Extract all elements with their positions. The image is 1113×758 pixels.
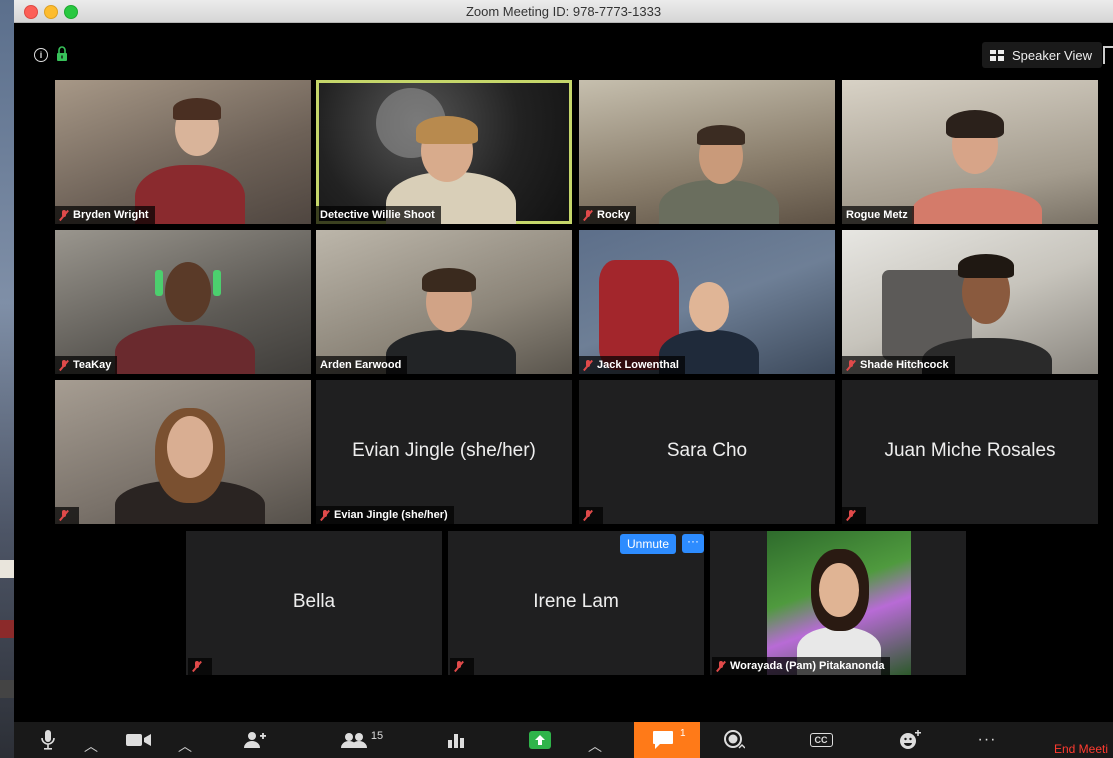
participant-display-name: Sara Cho bbox=[666, 440, 748, 461]
record-button[interactable] bbox=[720, 722, 748, 758]
muted-mic-icon bbox=[454, 661, 464, 672]
participant-nameplate: Rocky bbox=[579, 206, 637, 224]
video-tile-no-video[interactable]: Juan Miche Rosales bbox=[842, 380, 1098, 524]
bar-chart-icon bbox=[448, 734, 464, 748]
video-tile[interactable]: Bryden Wright bbox=[55, 80, 311, 224]
unmute-button[interactable]: Unmute bbox=[620, 534, 677, 554]
audio-options-chevron-up-icon[interactable]: ︿ bbox=[84, 736, 98, 756]
video-tile[interactable]: Worayada (Pam) Pitakanonda bbox=[710, 531, 966, 675]
participant-nameplate: Worayada (Pam) Pitakanonda bbox=[712, 657, 891, 675]
participant-nameplate: Rogue Metz bbox=[842, 206, 914, 224]
video-tile[interactable]: Rogue Metz bbox=[842, 80, 1098, 224]
participant-nameplate bbox=[842, 507, 866, 524]
chat-unread-badge: 1 bbox=[680, 728, 686, 739]
zoom-window: Zoom Meeting ID: 978-7773-1333 i Speaker… bbox=[14, 0, 1113, 758]
speaker-view-label: Speaker View bbox=[1012, 47, 1092, 63]
muted-mic-icon bbox=[59, 359, 69, 371]
participant-nameplate: Detective Willie Shoot bbox=[316, 206, 441, 224]
video-tile-no-video[interactable]: Evian Jingle (she/her) Evian Jingle (she… bbox=[316, 380, 572, 524]
fullscreen-icon[interactable] bbox=[1103, 46, 1113, 64]
muted-mic-icon bbox=[192, 661, 202, 672]
muted-mic-icon bbox=[583, 510, 593, 521]
grid-icon bbox=[990, 49, 1004, 61]
reactions-button[interactable] bbox=[896, 722, 924, 758]
video-tile[interactable]: Arden Earwood bbox=[316, 230, 572, 374]
participant-nameplate: Shade Hitchcock bbox=[842, 356, 955, 374]
more-options-button[interactable]: ··· bbox=[972, 722, 1002, 758]
participant-nameplate bbox=[579, 507, 603, 524]
participant-nameplate bbox=[450, 658, 474, 675]
invite-button[interactable] bbox=[239, 722, 271, 758]
muted-mic-icon bbox=[846, 359, 856, 371]
muted-mic-icon bbox=[846, 510, 856, 521]
desktop-window-fragment bbox=[0, 620, 14, 638]
muted-mic-icon bbox=[59, 510, 69, 521]
participant-nameplate: Evian Jingle (she/her) bbox=[316, 506, 454, 524]
title-bar: Zoom Meeting ID: 978-7773-1333 bbox=[14, 0, 1113, 23]
video-tile[interactable]: Shade Hitchcock bbox=[842, 230, 1098, 374]
participants-count: 15 bbox=[370, 730, 384, 742]
info-icon[interactable]: i bbox=[34, 48, 48, 62]
participant-display-name: Irene Lam bbox=[533, 591, 619, 612]
participants-button[interactable]: 15 bbox=[334, 722, 390, 758]
video-camera-icon bbox=[126, 734, 151, 746]
closed-caption-icon: CC bbox=[809, 733, 833, 747]
end-meeting-button[interactable]: End Meeti bbox=[1054, 742, 1108, 756]
lock-icon[interactable] bbox=[56, 46, 68, 62]
desktop-background bbox=[0, 0, 14, 758]
video-button[interactable] bbox=[122, 722, 156, 758]
participant-display-name: Evian Jingle (she/her) bbox=[352, 440, 536, 461]
closed-caption-button[interactable]: CC bbox=[808, 722, 834, 758]
muted-mic-icon bbox=[59, 209, 69, 221]
add-user-icon bbox=[244, 732, 266, 748]
video-tile[interactable]: Rocky bbox=[579, 80, 835, 224]
participant-nameplate: Bryden Wright bbox=[55, 206, 155, 224]
muted-mic-icon bbox=[320, 509, 330, 521]
participant-nameplate: Jack Lowenthal bbox=[579, 356, 685, 374]
microphone-button[interactable] bbox=[34, 722, 62, 758]
chat-button[interactable]: 1 bbox=[634, 722, 700, 758]
participant-display-name: Juan Miche Rosales bbox=[884, 440, 1056, 461]
polls-button[interactable] bbox=[444, 722, 468, 758]
participant-nameplate bbox=[55, 507, 79, 524]
desktop-window-fragment bbox=[0, 680, 14, 698]
muted-mic-icon bbox=[716, 660, 726, 672]
muted-mic-icon bbox=[583, 209, 593, 221]
video-tile[interactable]: TeaKay bbox=[55, 230, 311, 374]
participant-display-name: Bella bbox=[292, 591, 336, 612]
participant-nameplate: TeaKay bbox=[55, 356, 118, 374]
share-screen-icon bbox=[529, 731, 551, 749]
smiley-plus-icon bbox=[900, 730, 921, 749]
record-icon bbox=[724, 730, 745, 749]
video-options-chevron-up-icon[interactable]: ︿ bbox=[178, 736, 192, 756]
microphone-icon bbox=[41, 730, 55, 750]
video-tile-no-video[interactable]: Sara Cho bbox=[579, 380, 835, 524]
tile-more-options-button[interactable]: ··· bbox=[682, 534, 704, 553]
participant-nameplate bbox=[188, 658, 212, 675]
participant-nameplate: Arden Earwood bbox=[316, 356, 408, 374]
speaker-view-button[interactable]: Speaker View bbox=[982, 42, 1102, 68]
participants-icon bbox=[340, 733, 367, 748]
video-tile-active-speaker[interactable]: Detective Willie Shoot bbox=[316, 80, 572, 224]
share-screen-button[interactable] bbox=[528, 722, 552, 758]
share-options-chevron-up-icon[interactable]: ︿ bbox=[588, 736, 602, 756]
window-title: Zoom Meeting ID: 978-7773-1333 bbox=[465, 4, 662, 19]
video-tile[interactable] bbox=[55, 380, 311, 524]
participant-video bbox=[767, 531, 911, 675]
video-tile-no-video[interactable]: Bella bbox=[186, 531, 442, 675]
desktop-window-fragment bbox=[0, 560, 14, 578]
muted-mic-icon bbox=[583, 359, 593, 371]
chat-bubble-icon bbox=[653, 731, 673, 749]
video-tile[interactable]: Jack Lowenthal bbox=[579, 230, 835, 374]
